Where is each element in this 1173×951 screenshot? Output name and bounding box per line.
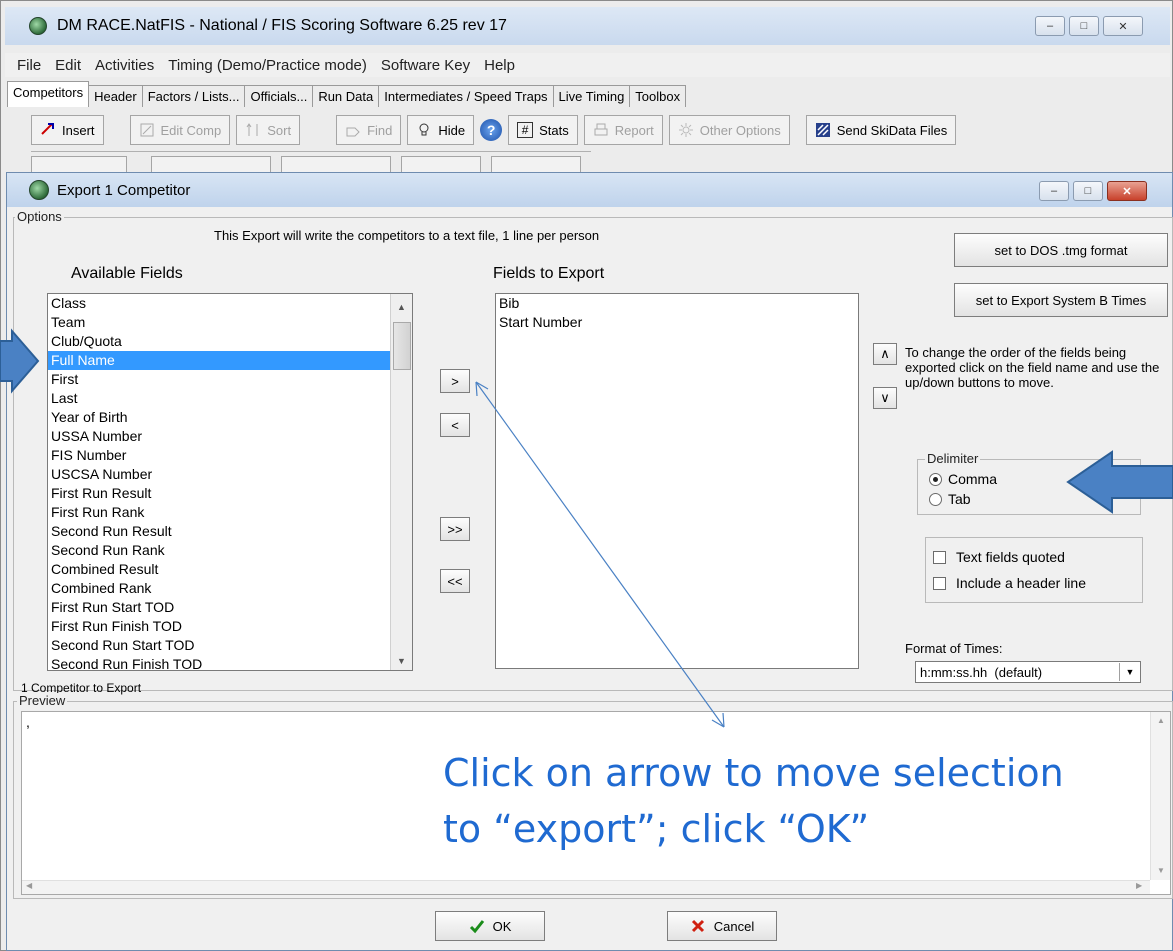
callout-line-2: to “export”; click “OK”: [443, 807, 870, 851]
selection-pointer-arrow: [0, 328, 40, 394]
callout-connector-line: [475, 381, 725, 728]
delimiter-pointer-arrow: [1066, 450, 1173, 514]
callout-line-1: Click on arrow to move selection: [443, 751, 1064, 795]
